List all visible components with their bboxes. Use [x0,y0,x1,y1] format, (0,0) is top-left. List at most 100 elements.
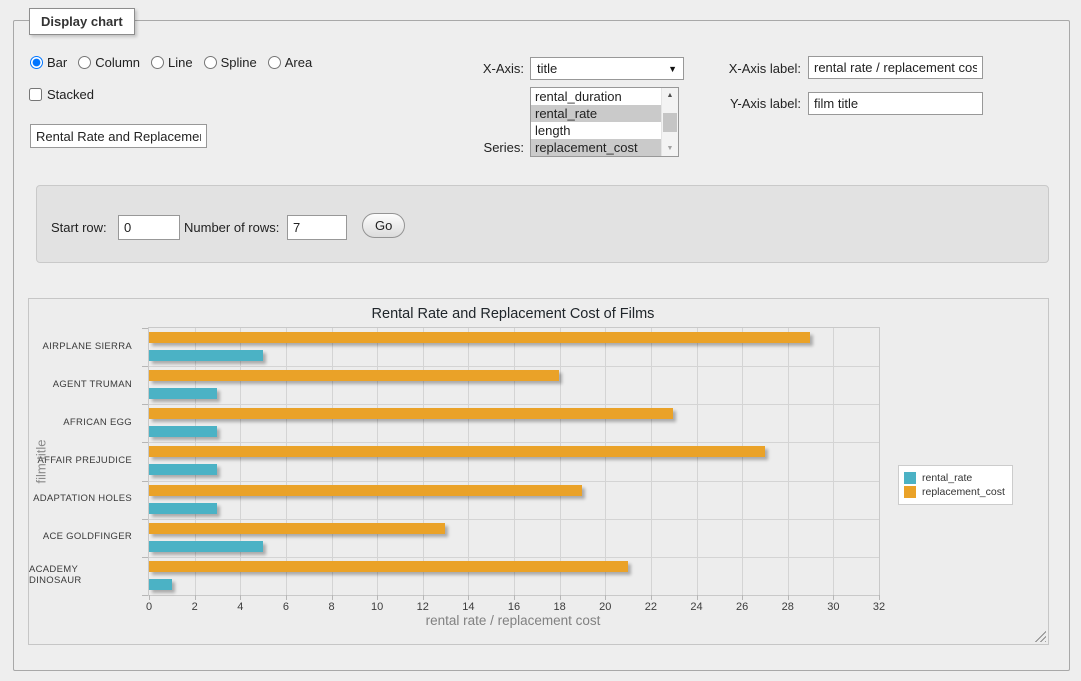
series-options: rental_durationrental_ratelengthreplacem… [531,88,661,156]
x-tick-mark [468,595,469,600]
chart-type-option-label: Spline [221,55,257,70]
bar-replacement_cost-3 [149,446,765,457]
series-option-length[interactable]: length [531,122,661,139]
y-axis-label-label: Y-Axis label: [681,96,801,111]
resize-handle-icon[interactable] [1034,630,1046,642]
chart-type-option-bar[interactable]: Bar [30,55,67,70]
legend-item: rental_rate [904,472,1005,484]
bar-replacement_cost-0 [149,332,810,343]
x-tick-label: 30 [815,601,851,613]
gridline-horizontal [149,404,879,405]
gridline-vertical [377,328,378,595]
bar-replacement_cost-5 [149,523,445,534]
series-scrollbar[interactable]: ▲ ▼ [661,88,678,156]
legend-swatch-rental_rate [904,472,916,484]
x-tick-mark [651,595,652,600]
x-axis-select-label: X-Axis: [424,61,524,76]
gridline-vertical [240,328,241,595]
stacked-label: Stacked [47,87,94,102]
gridline-horizontal [149,481,879,482]
x-tick-mark [195,595,196,600]
x-tick-label: 28 [770,601,806,613]
x-tick-label: 10 [359,601,395,613]
y-tick-mark [142,404,148,405]
stacked-option[interactable]: Stacked [29,87,94,102]
x-tick-label: 0 [131,601,167,613]
x-axis-select[interactable]: title ▼ [530,57,684,80]
x-tick-mark [377,595,378,600]
bar-replacement_cost-6 [149,561,628,572]
x-tick-mark [833,595,834,600]
fieldset-legend: Display chart [29,8,135,35]
scrollbar-thumb[interactable] [663,113,677,132]
scroll-down-icon[interactable]: ▼ [662,141,678,156]
series-option-rental_duration[interactable]: rental_duration [531,88,661,105]
x-tick-label: 6 [268,601,304,613]
chart-type-radio-line[interactable] [151,56,164,69]
chart-type-radio-spline[interactable] [204,56,217,69]
gridline-vertical [605,328,606,595]
gridline-vertical [286,328,287,595]
stacked-checkbox[interactable] [29,88,42,101]
gridline-vertical [697,328,698,595]
chart-type-option-area[interactable]: Area [268,55,312,70]
chart-type-option-column[interactable]: Column [78,55,140,70]
chart-type-option-label: Area [285,55,312,70]
chart-type-radio-bar[interactable] [30,56,43,69]
bar-replacement_cost-2 [149,408,673,419]
x-tick-mark [332,595,333,600]
gridline-horizontal [149,366,879,367]
x-tick-mark [149,595,150,600]
gridline-vertical [560,328,561,595]
x-tick-mark [514,595,515,600]
gridline-horizontal [149,442,879,443]
num-rows-input[interactable] [287,215,347,240]
bar-rental_rate-4 [149,503,217,514]
chart-type-option-label: Column [95,55,140,70]
x-tick-label: 24 [679,601,715,613]
x-axis-label-input[interactable] [808,56,983,79]
legend: rental_ratereplacement_cost [898,465,1013,505]
chart-type-radio-group: Bar Column Line Spline Area [30,55,323,70]
chart-type-option-label: Line [168,55,193,70]
chart-title-input[interactable] [30,124,207,148]
gridline-vertical [788,328,789,595]
x-tick-mark [240,595,241,600]
x-tick-label: 8 [314,601,350,613]
y-axis-label-input[interactable] [808,92,983,115]
series-option-rental_rate[interactable]: rental_rate [531,105,661,122]
y-tick-mark [142,595,148,596]
start-row-label: Start row: [51,215,121,240]
chart-type-option-line[interactable]: Line [151,55,193,70]
num-rows-label: Number of rows: [184,215,294,240]
chart-type-radio-area[interactable] [268,56,281,69]
bar-rental_rate-6 [149,579,172,590]
x-tick-mark [742,595,743,600]
y-tick-mark [142,557,148,558]
y-tick-mark [142,481,148,482]
x-tick-mark [788,595,789,600]
start-row-input[interactable] [118,215,180,240]
gridline-vertical [423,328,424,595]
y-category-label: AIRPLANE SIERRA [29,327,132,365]
chart-type-option-spline[interactable]: Spline [204,55,257,70]
chart-type-option-label: Bar [47,55,67,70]
go-button[interactable]: Go [362,213,405,238]
gridline-horizontal [149,557,879,558]
scroll-up-icon[interactable]: ▲ [662,88,678,103]
bar-replacement_cost-4 [149,485,582,496]
x-axis-title: rental rate / replacement cost [148,613,878,628]
x-tick-mark [286,595,287,600]
series-listbox[interactable]: rental_durationrental_ratelengthreplacem… [530,87,679,157]
series-option-replacement_cost[interactable]: replacement_cost [531,139,661,156]
x-tick-mark [697,595,698,600]
x-tick-mark [605,595,606,600]
x-tick-mark [560,595,561,600]
gridline-vertical [468,328,469,595]
row-range-bar: Start row: Number of rows: Go [36,185,1049,263]
bar-rental_rate-5 [149,541,263,552]
x-tick-label: 4 [222,601,258,613]
chart-type-radio-column[interactable] [78,56,91,69]
chart-container: Rental Rate and Replacement Cost of Film… [28,298,1049,645]
y-tick-mark [142,328,148,329]
